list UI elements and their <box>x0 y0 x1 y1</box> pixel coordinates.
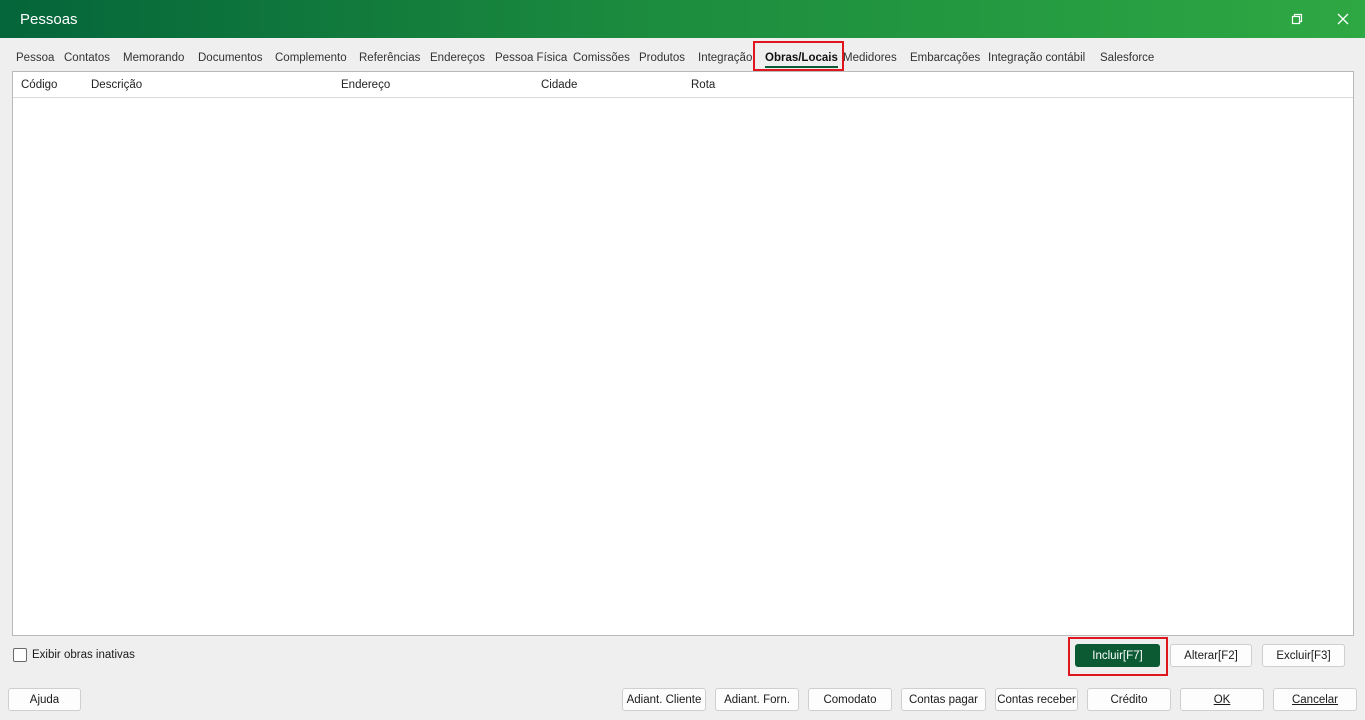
tab-obras-locais[interactable]: Obras/Locais <box>763 45 840 69</box>
tab-complemento[interactable]: Complemento <box>273 45 349 69</box>
tab-memorando[interactable]: Memorando <box>121 45 186 69</box>
column-header-cidade[interactable]: Cidade <box>541 72 577 99</box>
cancel-label: Cancelar <box>1291 693 1339 706</box>
cancel-button[interactable]: Cancelar <box>1273 688 1357 711</box>
ok-label: OK <box>1213 693 1231 706</box>
tab-embarcacoes[interactable]: Embarcações <box>908 45 982 69</box>
tab-medidores[interactable]: Medidores <box>841 45 899 69</box>
tab-integracao[interactable]: Integração <box>696 45 754 69</box>
obras-locais-grid[interactable]: Código Descrição Endereço Cidade Rota <box>12 71 1354 636</box>
delete-button[interactable]: Excluir[F3] <box>1262 644 1345 667</box>
close-button[interactable] <box>1320 0 1365 38</box>
help-button[interactable]: Ajuda <box>8 688 81 711</box>
tab-documentos[interactable]: Documentos <box>196 45 265 69</box>
column-header-codigo[interactable]: Código <box>21 72 57 99</box>
grid-header: Código Descrição Endereço Cidade Rota <box>13 72 1353 98</box>
include-button[interactable]: Incluir[F7] <box>1075 644 1160 667</box>
tab-pessoa[interactable]: Pessoa <box>14 45 56 69</box>
show-inactive-option[interactable]: Exibir obras inativas <box>13 648 135 662</box>
column-header-descricao[interactable]: Descrição <box>91 72 142 99</box>
restore-icon <box>1291 13 1303 25</box>
credit-button[interactable]: Crédito <box>1087 688 1171 711</box>
show-inactive-label: Exibir obras inativas <box>32 649 135 661</box>
tab-produtos[interactable]: Produtos <box>637 45 687 69</box>
title-bar: Pessoas <box>0 0 1365 38</box>
receivables-button[interactable]: Contas receber <box>995 688 1078 711</box>
close-icon <box>1337 13 1349 25</box>
show-inactive-checkbox[interactable] <box>13 648 27 662</box>
ok-button[interactable]: OK <box>1180 688 1264 711</box>
window-title: Pessoas <box>20 10 78 28</box>
tab-contatos[interactable]: Contatos <box>62 45 112 69</box>
tab-salesforce[interactable]: Salesforce <box>1098 45 1156 69</box>
supplier-advance-button[interactable]: Adiant. Forn. <box>715 688 799 711</box>
restore-button[interactable] <box>1274 0 1320 38</box>
tab-referencias[interactable]: Referências <box>357 45 422 69</box>
column-header-rota[interactable]: Rota <box>691 72 715 99</box>
payables-button[interactable]: Contas pagar <box>901 688 986 711</box>
client-advance-button[interactable]: Adiant. Cliente <box>622 688 706 711</box>
tab-comissoes[interactable]: Comissões <box>571 45 632 69</box>
column-header-endereco[interactable]: Endereço <box>341 72 390 99</box>
loan-button[interactable]: Comodato <box>808 688 892 711</box>
tab-pessoa-fisica[interactable]: Pessoa Física <box>493 45 569 69</box>
edit-button[interactable]: Alterar[F2] <box>1170 644 1252 667</box>
tab-enderecos[interactable]: Endereços <box>428 45 487 69</box>
tab-integracao-contabil[interactable]: Integração contábil <box>986 45 1087 69</box>
